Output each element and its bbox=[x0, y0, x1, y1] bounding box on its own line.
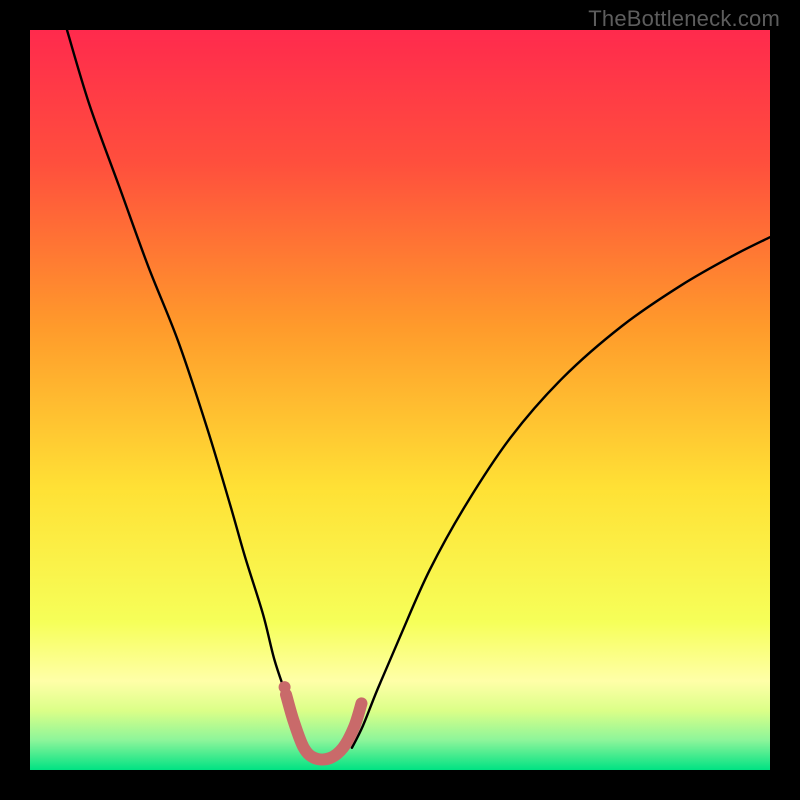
chart-frame bbox=[30, 30, 770, 770]
watermark-text: TheBottleneck.com bbox=[588, 6, 780, 32]
curve-right-branch bbox=[352, 237, 770, 748]
chart-plot bbox=[30, 30, 770, 770]
valley-highlight bbox=[286, 695, 362, 760]
curve-left-branch bbox=[67, 30, 306, 748]
valley-marker-dot bbox=[279, 681, 291, 693]
